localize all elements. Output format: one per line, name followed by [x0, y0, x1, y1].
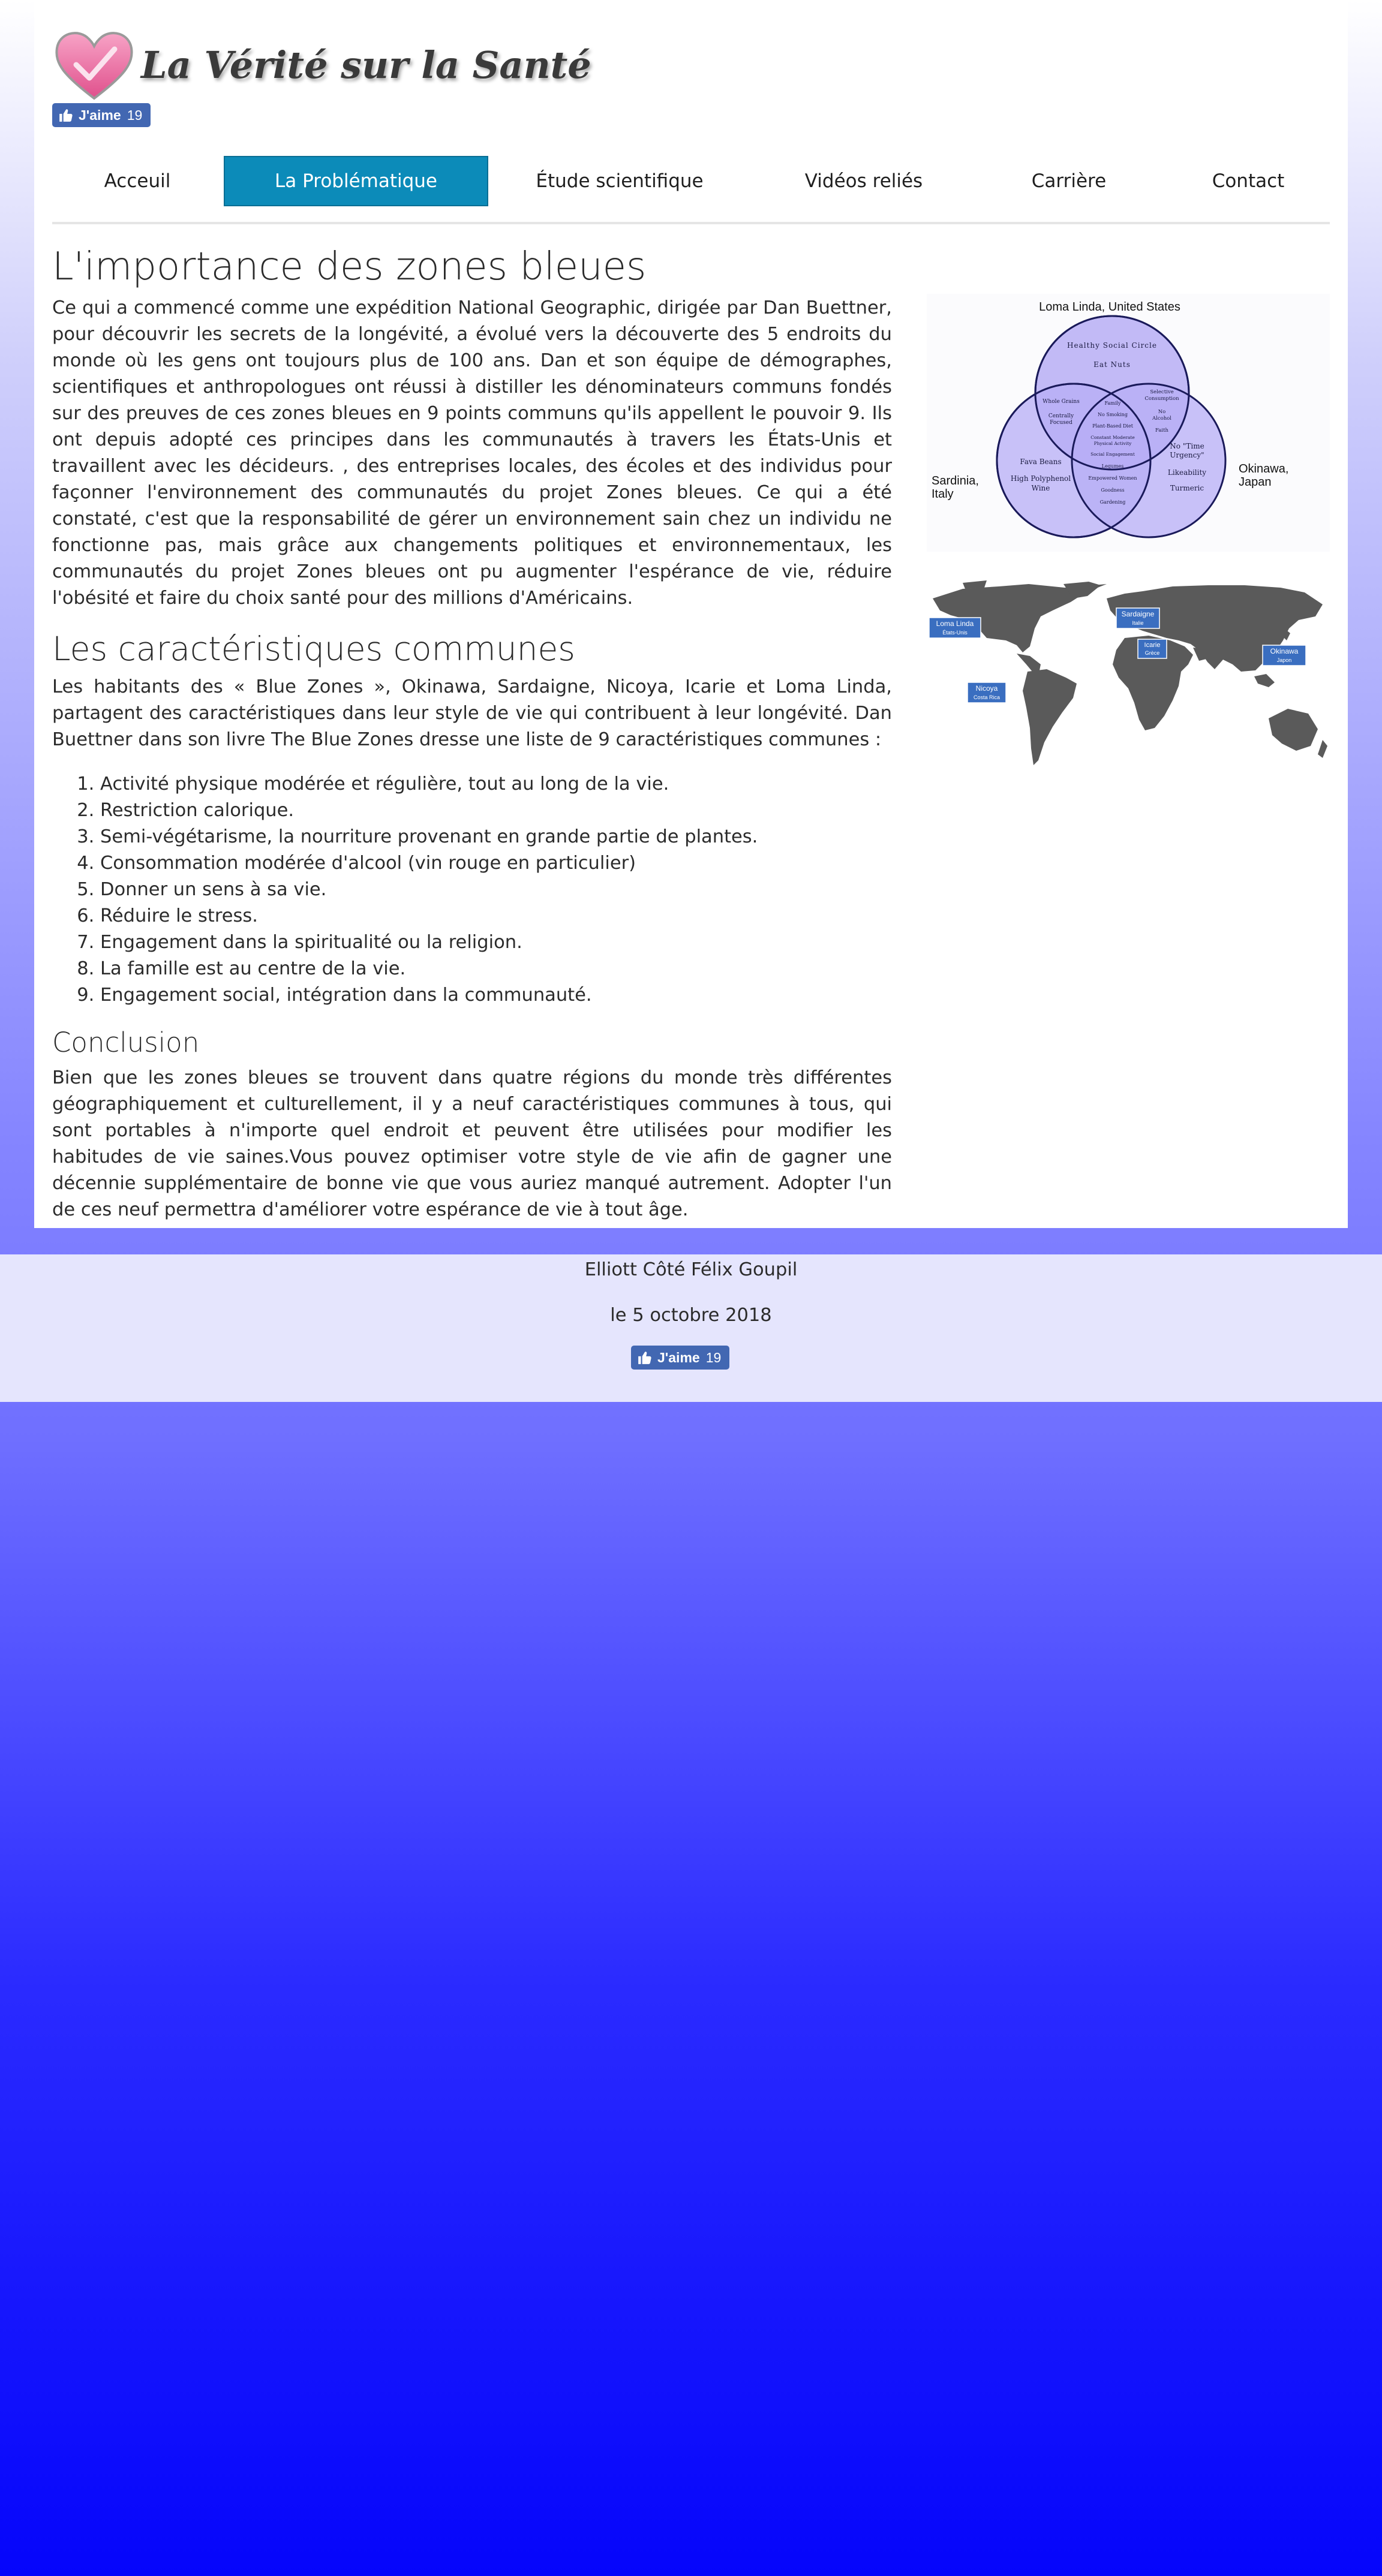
venn-rw-item: Alcohol	[1152, 416, 1171, 422]
main-article: L'importance des zones bleues Ce qui a c…	[52, 240, 892, 1223]
venn-center-item: No Smoking	[1098, 412, 1128, 417]
list-item: Engagement dans la spiritualité ou la re…	[100, 929, 892, 956]
list-item: Semi-végétarisme, la nourriture provenan…	[100, 824, 892, 850]
like-count: 19	[127, 107, 143, 123]
nav-item-label: Acceuil	[104, 170, 171, 192]
facebook-like-button[interactable]: J'aime 19	[52, 103, 151, 127]
nav-item-carriere[interactable]: Carrière	[980, 156, 1158, 206]
nav-divider	[52, 222, 1330, 224]
nav-item-label: Contact	[1212, 170, 1285, 192]
list-item: Restriction calorique.	[100, 798, 892, 824]
main-navigation: Acceuil La Problématique Étude scientifi…	[52, 156, 1330, 207]
list-item: Activité physique modérée et régulière, …	[100, 771, 892, 798]
page-card: La Vérité sur la Santé J'aime 19 Acceuil…	[34, 0, 1348, 1228]
nav-item-acceuil[interactable]: Acceuil	[52, 156, 223, 206]
venn-top-item: Healthy Social Circle	[1067, 341, 1157, 350]
venn-lw-item: Focused	[1050, 420, 1072, 426]
nav-item-contact[interactable]: Contact	[1158, 156, 1338, 206]
venn-rw-item: Consumption	[1144, 396, 1179, 402]
list-item: Donner un sens à sa vie.	[100, 877, 892, 903]
venn-left-item: Wine	[1032, 484, 1050, 492]
venn-lw-item: Whole Grains	[1042, 399, 1080, 405]
venn-top-label: Loma Linda, United States	[1039, 300, 1180, 314]
nav-item-label: La Problématique	[274, 170, 438, 192]
venn-left-item: High Polyphenol	[1011, 474, 1071, 483]
venn-rw-item: Faith	[1155, 428, 1169, 434]
venn-left-item: Fava Beans	[1020, 458, 1061, 466]
map-label-name: Nicoya	[976, 684, 998, 693]
thumbs-up-icon	[638, 1352, 651, 1364]
venn-right-label: Japan	[1239, 476, 1272, 489]
like-label: J'aime	[79, 107, 121, 123]
map-label-nicoya: Nicoya Costa Rica	[967, 682, 1007, 703]
venn-center-item: Physical Activity	[1094, 441, 1132, 446]
map-label-sub: Italie	[1132, 620, 1143, 626]
site-brand[interactable]: La Vérité sur la Santé	[52, 29, 591, 101]
venn-center-item: Family	[1105, 401, 1121, 406]
venn-right-item: Likeability	[1168, 468, 1206, 477]
venn-right-item: Turmeric	[1170, 484, 1204, 492]
heading-conclusion: Conclusion	[52, 1027, 200, 1058]
map-label-name: Icarie	[1144, 642, 1161, 649]
paragraph-intro: Ce qui a commencé comme une expédition N…	[52, 297, 892, 609]
venn-right-item: Urgency"	[1170, 451, 1204, 459]
venn-center-item: Plant-Based Diet	[1092, 423, 1134, 429]
thumbs-up-icon	[59, 109, 73, 122]
list-item: Réduire le stress.	[100, 903, 892, 929]
map-label-sardaigne: Sardaigne Italie	[1116, 607, 1160, 629]
map-label-sub: Grèce	[1145, 650, 1160, 656]
like-count: 19	[705, 1349, 722, 1365]
map-label-name: Loma Linda	[936, 619, 974, 628]
page-footer: Elliott Côté Félix Goupil le 5 octobre 2…	[0, 1254, 1382, 1402]
map-label-icarie: Icarie Grèce	[1137, 639, 1167, 659]
venn-top-item: Eat Nuts	[1093, 360, 1131, 369]
paragraph-conclusion: Bien que les zones bleues se trouvent da…	[52, 1067, 892, 1220]
nav-item-problematique[interactable]: La Problématique	[224, 156, 488, 206]
venn-center-item: Constant Moderate	[1090, 435, 1135, 440]
venn-bottom-item: Legumes	[1102, 464, 1124, 469]
nav-item-videos-relies[interactable]: Vidéos reliés	[748, 156, 980, 206]
like-label: J'aime	[657, 1349, 700, 1365]
map-label-sub: États-Unis	[942, 630, 968, 636]
venn-right-label: Okinawa,	[1239, 462, 1288, 476]
venn-right-item: No "Time	[1170, 442, 1204, 450]
list-item: La famille est au centre de la vie.	[100, 956, 892, 982]
blue-zones-world-map: Loma Linda États-Unis Sardaigne Italie I…	[927, 580, 1330, 772]
heart-logo-icon	[55, 32, 133, 100]
map-label-sub: Costa Rica	[974, 694, 1000, 700]
venn-left-label: Sardinia,	[932, 474, 979, 487]
venn-rw-item: No	[1158, 409, 1166, 415]
sidebar-figures: Loma Linda, United States Healthy Social…	[927, 294, 1330, 772]
heading-zones-bleues: L'importance des zones bleues	[52, 245, 647, 289]
venn-lw-item: Centrally	[1048, 413, 1074, 419]
nav-item-label: Vidéos reliés	[804, 170, 923, 192]
map-label-sub: Japon	[1277, 657, 1292, 663]
paragraph-caracteristiques: Les habitants des « Blue Zones », Okinaw…	[52, 676, 892, 750]
list-item: Consommation modérée d'alcool (vin rouge…	[100, 850, 892, 877]
venn-bottom-item: Gardening	[1100, 499, 1126, 505]
map-label-name: Okinawa	[1270, 647, 1299, 655]
map-label-okinawa: Okinawa Japon	[1262, 645, 1306, 666]
venn-rw-item: Selective	[1150, 389, 1173, 395]
blue-zones-venn-diagram: Loma Linda, United States Healthy Social…	[927, 294, 1330, 552]
venn-bottom-item: Goodness	[1101, 487, 1124, 493]
nav-item-etude-scientifique[interactable]: Étude scientifique	[491, 156, 748, 206]
characteristics-list: Activité physique modérée et régulière, …	[52, 771, 892, 1009]
list-item: Engagement social, intégration dans la c…	[100, 982, 892, 1009]
map-label-name: Sardaigne	[1122, 610, 1155, 618]
facebook-like-button-footer[interactable]: J'aime 19	[631, 1346, 730, 1370]
site-title: La Vérité sur la Santé	[141, 43, 591, 87]
nav-item-label: Carrière	[1031, 170, 1107, 192]
venn-bottom-item: Empowered Women	[1088, 476, 1137, 481]
nav-item-label: Étude scientifique	[536, 170, 704, 192]
heading-caracteristiques: Les caractéristiques communes	[52, 630, 575, 668]
map-label-loma-linda: Loma Linda États-Unis	[929, 617, 981, 639]
footer-authors: Elliott Côté Félix Goupil	[584, 1259, 798, 1280]
venn-left-label: Italy	[932, 487, 954, 501]
venn-center-item: Social Engagement	[1090, 452, 1135, 457]
footer-date: le 5 octobre 2018	[610, 1305, 772, 1326]
